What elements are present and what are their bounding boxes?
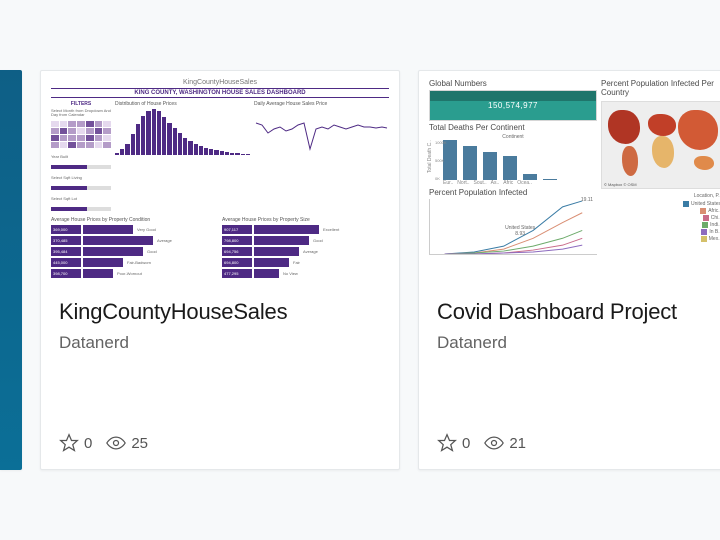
line-panel: Daily Average House Sales Price (254, 101, 389, 211)
series-label: United States 8.93 (505, 225, 535, 237)
side-legend: United States Afric.. Chi.. Indi.. In B.… (601, 201, 720, 242)
pp-panel: Percent Population Infected 19.11 United… (429, 188, 597, 255)
panel-title: Global Numbers (429, 79, 597, 88)
card-author[interactable]: Datanerd (59, 333, 381, 353)
filters-heading: FILTERS (51, 101, 111, 107)
table-title: Average House Prices by Property Size (222, 217, 389, 223)
table-right: Average House Prices by Property Size 90… (222, 217, 389, 280)
histogram-bars (115, 109, 250, 155)
histogram-panel: Distribution of House Prices (115, 101, 250, 211)
panel-title: Percent Population Infected Per Country (601, 79, 720, 97)
star-icon (437, 433, 457, 453)
card-title: Covid Dashboard Project (437, 299, 720, 325)
slider-icon (51, 165, 111, 169)
star-count: 0 (84, 435, 92, 452)
calendar-icon (51, 121, 111, 148)
global-panel: Global Numbers 150,574,977 (429, 79, 597, 121)
line-title: Daily Average House Sales Price (254, 101, 389, 107)
filter-label: Select Sqft Living (51, 175, 111, 180)
filters-panel: FILTERS Select Month from Dropdown And D… (51, 101, 111, 211)
world-map-icon: © Mapbox © OSM (601, 101, 720, 189)
view-stat: 21 (484, 433, 526, 453)
view-count: 21 (509, 435, 526, 452)
table-left: Average House Prices by Property Conditi… (51, 217, 218, 280)
eye-icon (106, 433, 126, 453)
deaths-panel: Total Deaths Per Continent Continent Tot… (429, 123, 597, 186)
filter-label: Select Sqft Lot (51, 196, 111, 201)
table-title: Average House Prices by Property Conditi… (51, 217, 218, 223)
thumb-title: KING COUNTY, WASHINGTON HOUSE SALES DASH… (51, 88, 389, 98)
deaths-bars (443, 140, 597, 180)
y-axis-label: Total Death C.. (427, 140, 433, 173)
panel-title: Percent Population Infected (429, 188, 597, 197)
thumbnail: Global Numbers 150,574,977 Total Deaths … (419, 71, 720, 281)
star-count: 0 (462, 435, 470, 452)
card-kingcounty[interactable]: KingCountyHouseSales KING COUNTY, WASHIN… (40, 70, 400, 470)
card-covid[interactable]: Global Numbers 150,574,977 Total Deaths … (418, 70, 720, 470)
x-axis: Eur..Nort..Sout..As..AfricOcea.. (443, 180, 597, 186)
thumbnail: KingCountyHouseSales KING COUNTY, WASHIN… (41, 71, 399, 281)
star-icon (59, 433, 79, 453)
filter-label: Year Built (51, 154, 111, 159)
card-body: Covid Dashboard Project Datanerd (419, 281, 720, 361)
card-partial-left[interactable] (0, 70, 22, 470)
card-footer: 0 21 (419, 419, 720, 469)
panel-title: Total Deaths Per Continent (429, 123, 597, 132)
slider-icon (51, 186, 111, 190)
data-label: 19.11 (581, 197, 593, 203)
line-chart-icon (254, 109, 389, 155)
slider-icon (51, 207, 111, 211)
star-stat[interactable]: 0 (59, 433, 92, 453)
global-value: 150,574,977 (430, 91, 596, 120)
card-title: KingCountyHouseSales (59, 299, 381, 325)
thumb-header: KingCountyHouseSales (51, 79, 389, 86)
card-author[interactable]: Datanerd (437, 333, 720, 353)
view-count: 25 (131, 435, 148, 452)
hist-title: Distribution of House Prices (115, 101, 250, 107)
eye-icon (484, 433, 504, 453)
pp-chart: 19.11 United States 8.93 (429, 199, 597, 255)
card-body: KingCountyHouseSales Datanerd (41, 281, 399, 361)
star-stat[interactable]: 0 (437, 433, 470, 453)
view-stat: 25 (106, 433, 148, 453)
card-footer: 0 25 (41, 419, 399, 469)
location-label: Location, P.. (601, 193, 720, 199)
filters-sub: Select Month from Dropdown And Day from … (51, 109, 111, 118)
